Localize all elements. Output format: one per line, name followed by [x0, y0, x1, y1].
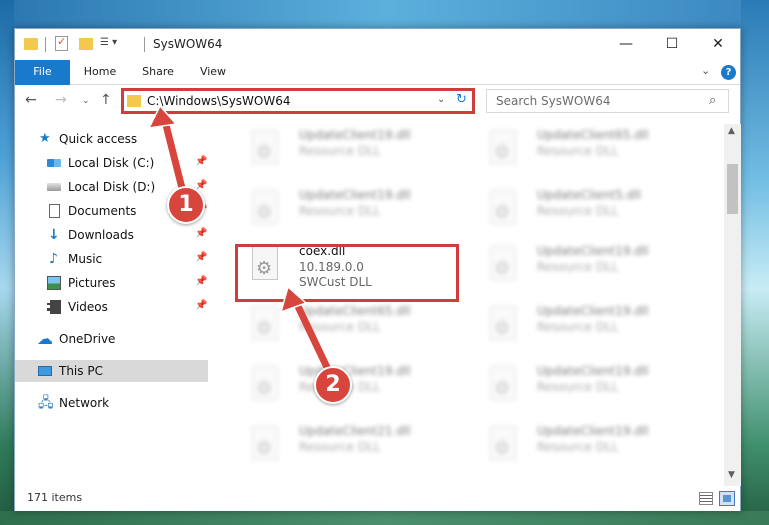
arrow-1-head — [147, 104, 178, 129]
step-1-badge: 1 — [167, 186, 205, 224]
annotation-arrows — [147, 104, 337, 384]
step-2-badge: 2 — [314, 366, 352, 404]
